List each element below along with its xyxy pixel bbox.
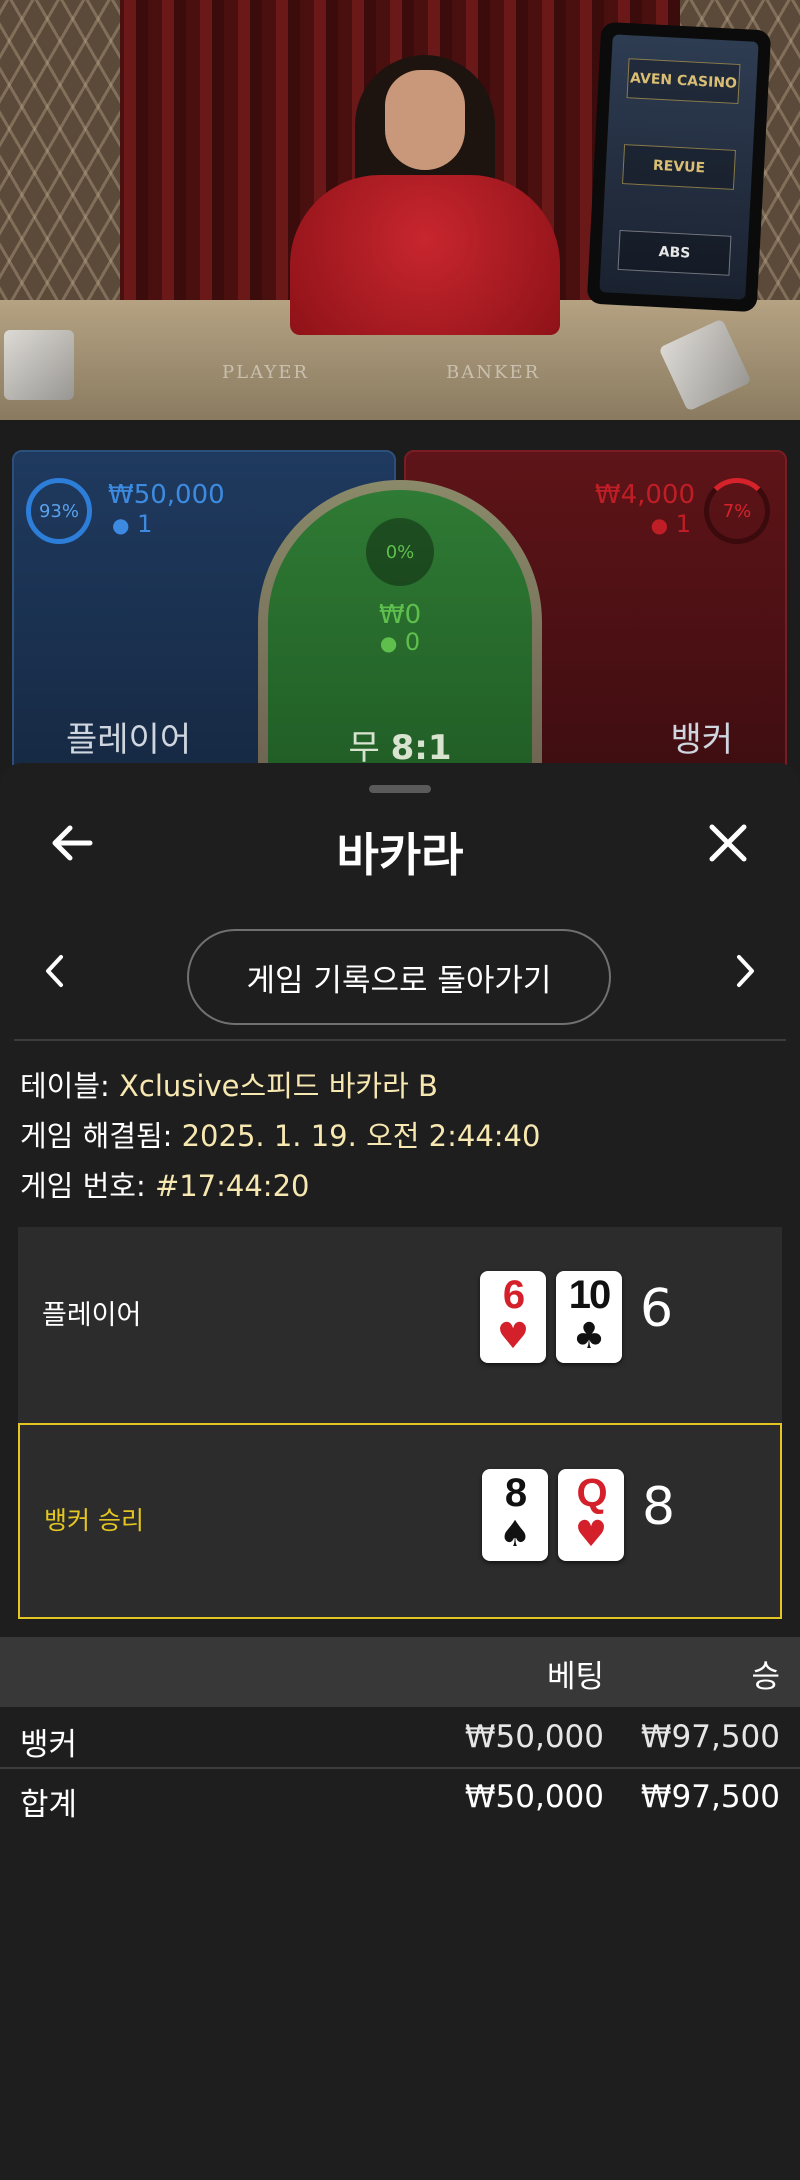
person-icon: ● [650, 513, 669, 537]
info-game-number-value: #17:44:20 [154, 1169, 310, 1203]
dealer-face [385, 70, 465, 170]
close-icon [708, 823, 748, 867]
player-hand-row: 플레이어 6 ♥ 10 ♣ 6 [18, 1227, 782, 1423]
next-game-button[interactable] [726, 953, 766, 993]
info-resolved-value: 2025. 1. 19. 오전 2:44:40 [181, 1119, 541, 1153]
table-word-banker: BANKER [446, 362, 541, 383]
player-bettor-number: 1 [137, 510, 153, 538]
card-rank: 10 [568, 1273, 612, 1317]
player-hand-total: 6 [640, 1279, 674, 1339]
total-win-amount: ₩97,500 [640, 1779, 780, 1815]
playing-card: 10 ♣ [556, 1271, 622, 1363]
banker-hand-total: 8 [642, 1477, 676, 1537]
sheet-drag-handle[interactable] [369, 785, 431, 793]
card-rank: Q [576, 1471, 607, 1515]
previous-game-button[interactable] [34, 953, 74, 993]
chevron-right-icon [735, 954, 757, 992]
sponsor-tablet: AVEN CASINO REVUE ABS [586, 21, 772, 313]
chevron-left-icon [43, 954, 65, 992]
club-icon: ♣ [572, 1316, 606, 1357]
sponsor-logo-abs: ABS [617, 229, 732, 276]
banker-percent-ring: 7% [704, 478, 770, 544]
bet-type: 뱅커 [20, 1727, 78, 1763]
banker-label: 뱅커 [670, 720, 733, 760]
tie-label-row: 무 8:1 [268, 720, 532, 769]
tie-bet-amount: ₩0 [378, 600, 422, 630]
info-game-number: 게임 번호: #17:44:20 [20, 1163, 309, 1205]
playing-card: 8 ♠ [482, 1469, 548, 1561]
sponsor-logo-aven: AVEN CASINO [626, 58, 741, 105]
tie-bettor-count: ● 0 [268, 628, 532, 656]
info-table: 테이블: Xclusive스피드 바카라 B [20, 1063, 438, 1105]
banker-hand-label: 뱅커 승리 [44, 1506, 144, 1535]
player-label: 플레이어 [66, 720, 192, 760]
tie-odds: 8:1 [390, 728, 452, 768]
tie-percent-ring: 0% [366, 518, 434, 586]
divider [14, 1039, 786, 1041]
live-video-stream: PLAYER BANKER AVEN CASINO REVUE ABS [0, 0, 800, 420]
bet-column-header: 베팅 [546, 1659, 604, 1695]
tie-bet-area[interactable]: 0% ₩0 ● 0 무 8:1 [258, 480, 542, 810]
card-shoe-left [4, 330, 74, 400]
info-game-number-label: 게임 번호: [20, 1169, 146, 1203]
player-bettor-count: ● 1 [112, 510, 152, 538]
banker-bet-amount: ₩4,000 [594, 480, 695, 510]
sponsor-logo-revue: REVUE [622, 144, 736, 190]
banker-bettor-number: 1 [675, 510, 691, 538]
heart-icon: ♥ [574, 1514, 608, 1555]
bets-table-header: 베팅 승 [0, 1637, 800, 1707]
card-rank: 8 [504, 1471, 527, 1515]
card-rank: 6 [502, 1273, 525, 1317]
player-bet-amount: ₩50,000 [108, 480, 225, 510]
banker-bettor-count: ● 1 [651, 510, 691, 538]
sheet-title: 바카라 [336, 828, 464, 882]
win-amount: ₩97,500 [640, 1719, 780, 1755]
info-resolved-label: 게임 해결됨: [20, 1119, 173, 1153]
playing-card: Q ♥ [558, 1469, 624, 1561]
bet-amount: ₩50,000 [464, 1719, 604, 1755]
info-table-label: 테이블: [20, 1069, 110, 1103]
tie-percent: 0% [385, 541, 415, 563]
person-icon: ● [112, 513, 130, 537]
person-icon: ● [379, 631, 398, 655]
back-to-history-button[interactable]: 게임 기록으로 돌아가기 [187, 929, 611, 1025]
playing-card: 6 ♥ [480, 1271, 546, 1363]
player-percent: 93% [38, 500, 79, 522]
total-label: 합계 [20, 1787, 78, 1823]
table-word-player: PLAYER [222, 362, 309, 383]
table-row: 뱅커 ₩50,000 ₩97,500 [0, 1709, 800, 1767]
info-table-value: Xclusive스피드 바카라 B [119, 1069, 438, 1103]
win-column-header: 승 [751, 1659, 780, 1695]
banker-percent: 7% [722, 500, 752, 522]
banker-hand-row: 뱅커 승리 8 ♠ Q ♥ 8 [18, 1423, 782, 1619]
tie-bet-area-inner: 0% ₩0 ● 0 무 8:1 [268, 490, 532, 810]
tie-bettor-number: 0 [404, 628, 421, 656]
info-resolved: 게임 해결됨: 2025. 1. 19. 오전 2:44:40 [20, 1113, 540, 1155]
player-percent-ring: 93% [26, 478, 92, 544]
tie-label: 무 [348, 728, 380, 768]
game-history-sheet: 바카라 게임 기록으로 돌아가기 테이블: Xclusive스피드 바카라 B … [0, 763, 800, 2180]
dealer-body [290, 175, 560, 335]
player-hand-label: 플레이어 [42, 1300, 142, 1331]
heart-icon: ♥ [496, 1316, 530, 1357]
spade-icon: ♠ [498, 1514, 532, 1555]
sponsor-tablet-screen: AVEN CASINO REVUE ABS [599, 34, 759, 300]
close-button[interactable] [698, 815, 758, 875]
total-bet-amount: ₩50,000 [464, 1779, 604, 1815]
total-row: 합계 ₩50,000 ₩97,500 [0, 1769, 800, 1827]
